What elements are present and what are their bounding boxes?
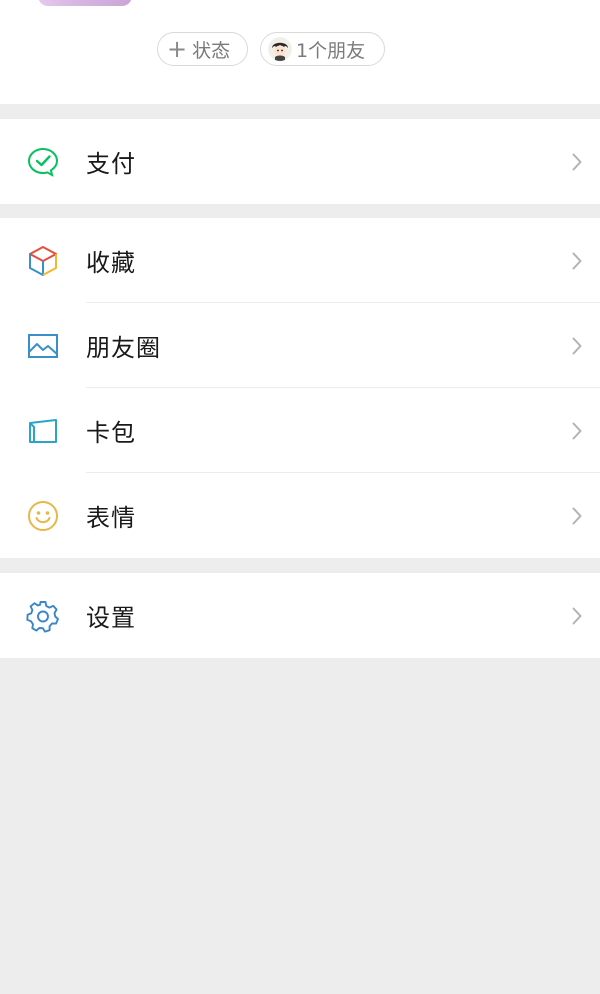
moments-picture-icon xyxy=(26,329,60,363)
menu-item-stickers[interactable]: 表情 xyxy=(0,473,600,558)
profile-header: + 状态 1个朋友 xyxy=(0,0,600,104)
smiley-face-icon xyxy=(26,499,60,533)
friends-button-label: 1个朋友 xyxy=(296,39,366,62)
add-status-button[interactable]: + 状态 xyxy=(157,32,248,66)
chevron-right-icon xyxy=(572,337,582,355)
chevron-right-icon xyxy=(572,607,582,625)
menu-item-cards[interactable]: 卡包 xyxy=(0,388,600,473)
menu-item-pay-label: 支付 xyxy=(86,150,136,178)
wechat-pay-icon xyxy=(26,145,60,179)
gear-icon xyxy=(26,599,60,633)
menu-group-main: 收藏 朋友圈 卡包 表情 xyxy=(0,218,600,558)
friends-status-button[interactable]: 1个朋友 xyxy=(260,32,385,66)
status-button-label: 状态 xyxy=(192,39,231,62)
menu-item-cards-label: 卡包 xyxy=(86,419,136,447)
menu-group-settings: 设置 xyxy=(0,573,600,658)
nickname-fragment xyxy=(366,0,426,4)
menu-item-favorites-label: 收藏 xyxy=(86,249,136,277)
chevron-right-icon xyxy=(572,422,582,440)
card-wallet-icon xyxy=(26,414,60,448)
chevron-right-icon xyxy=(572,507,582,525)
chevron-right-icon xyxy=(572,252,582,270)
menu-item-pay[interactable]: 支付 xyxy=(0,119,600,204)
friend-avatar xyxy=(268,37,292,61)
favorites-cube-icon xyxy=(26,244,60,278)
user-avatar[interactable] xyxy=(38,0,132,6)
menu-item-settings-label: 设置 xyxy=(86,604,136,632)
menu-item-moments-label: 朋友圈 xyxy=(86,334,161,362)
menu-item-settings[interactable]: 设置 xyxy=(0,573,600,658)
menu-item-stickers-label: 表情 xyxy=(86,504,136,532)
chevron-right-icon xyxy=(572,153,582,171)
menu-item-favorites[interactable]: 收藏 xyxy=(0,218,600,303)
plus-icon: + xyxy=(167,35,188,63)
menu-group-pay: 支付 xyxy=(0,119,600,204)
menu-item-moments[interactable]: 朋友圈 xyxy=(0,303,600,388)
